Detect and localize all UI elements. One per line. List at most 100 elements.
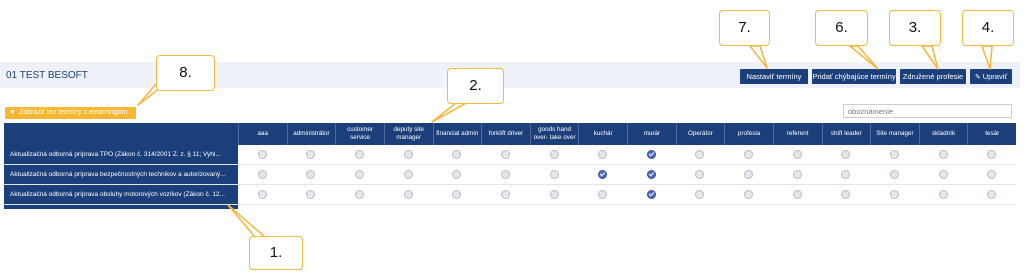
- table-row: Aktualizačná odborná príprava obsluhy mo…: [4, 185, 1016, 205]
- radio-button[interactable]: [598, 190, 608, 199]
- profession-column-header: Operátor: [675, 123, 725, 145]
- profession-column-header: profesia: [724, 123, 773, 145]
- radio-button[interactable]: [695, 170, 705, 179]
- radio-button[interactable]: [452, 190, 462, 199]
- page-title: 01 TEST BESOFT: [6, 70, 88, 81]
- edit-icon: ✎: [974, 74, 981, 81]
- matrix-cell: [822, 185, 871, 204]
- radio-button[interactable]: [695, 150, 705, 159]
- matrix-cell: [578, 185, 627, 204]
- matrix-cell: [530, 145, 579, 164]
- radio-button[interactable]: [987, 150, 997, 159]
- callout-pointer-1: [227, 204, 266, 238]
- radio-button[interactable]: [938, 170, 948, 179]
- radio-button[interactable]: [257, 150, 267, 159]
- edit-label: Upraviť: [982, 72, 1008, 81]
- radio-button[interactable]: [500, 170, 510, 179]
- add-missing-terms-button[interactable]: Pridať chýbajúce termíny: [812, 69, 896, 84]
- radio-button[interactable]: [987, 190, 997, 199]
- training-profession-matrix: aaa administrátor customer service deputy s…: [4, 123, 1016, 209]
- radio-button[interactable]: [452, 150, 462, 159]
- radio-button[interactable]: [792, 170, 802, 179]
- radio-button[interactable]: [841, 150, 851, 159]
- radio-button[interactable]: [598, 150, 608, 159]
- radio-button[interactable]: [695, 190, 705, 199]
- training-name: Aktualizačná odborná príprava bezpečnost…: [4, 165, 238, 184]
- filter-icon: ▼: [9, 109, 16, 116]
- radio-button[interactable]: [355, 190, 365, 199]
- matrix-cell: [822, 145, 871, 164]
- profession-column-header: murár: [627, 123, 676, 145]
- matrix-cell: [627, 145, 676, 164]
- radio-button[interactable]: [306, 190, 316, 199]
- radio-button[interactable]: [257, 190, 267, 199]
- radio-button[interactable]: [355, 170, 365, 179]
- radio-button[interactable]: [549, 190, 559, 199]
- radio-button[interactable]: [889, 190, 899, 199]
- profession-column-header: deputy site manager: [383, 123, 433, 145]
- radio-button[interactable]: [792, 150, 802, 159]
- radio-button[interactable]: [403, 170, 413, 179]
- radio-button[interactable]: [889, 150, 899, 159]
- matrix-cell: [724, 145, 773, 164]
- set-terms-button[interactable]: Nastaviť termíny: [740, 69, 808, 84]
- callout-8: 8.: [156, 55, 215, 91]
- radio-button[interactable]: [744, 170, 754, 179]
- radio-button[interactable]: [889, 170, 899, 179]
- callout-1-label: 1.: [269, 244, 283, 261]
- profession-column-header: referent: [772, 123, 822, 145]
- callout-6-label: 6.: [835, 19, 848, 36]
- radio-button[interactable]: [841, 170, 851, 179]
- radio-button[interactable]: [355, 150, 365, 159]
- radio-button[interactable]: [792, 190, 802, 199]
- matrix-cell: [773, 185, 822, 204]
- radio-button[interactable]: [938, 190, 948, 199]
- matrix-cell: [676, 185, 725, 204]
- matrix-cell: [530, 185, 579, 204]
- radio-button[interactable]: [987, 170, 997, 179]
- matrix-cell: [578, 145, 627, 164]
- matrix-cell: [773, 165, 822, 184]
- checked-radio[interactable]: [646, 150, 656, 159]
- callout-8-label: 8.: [179, 64, 192, 81]
- radio-button[interactable]: [744, 150, 754, 159]
- matrix-cell: [967, 185, 1016, 204]
- radio-button[interactable]: [500, 190, 510, 199]
- matrix-cell: [481, 165, 530, 184]
- radio-button[interactable]: [306, 170, 316, 179]
- checked-radio[interactable]: [598, 170, 608, 179]
- matrix-header-corner: [4, 123, 238, 145]
- radio-button[interactable]: [257, 170, 267, 179]
- matrix-cell: [627, 185, 676, 204]
- combined-professions-button[interactable]: Združené profesie: [900, 69, 966, 84]
- matrix-cell: [335, 185, 384, 204]
- radio-button[interactable]: [452, 170, 462, 179]
- radio-button[interactable]: [306, 150, 316, 159]
- radio-button[interactable]: [549, 170, 559, 179]
- callout-4: 4.: [962, 10, 1014, 46]
- callout-3-label: 3.: [908, 19, 922, 36]
- matrix-header-row: aaa administrátor customer service deputy s…: [4, 123, 1016, 145]
- elearning-filter-button[interactable]: ▼ Zobraziť len termíny s elearningom: [5, 107, 136, 119]
- edit-button[interactable]: ✎ Upraviť: [970, 69, 1012, 84]
- radio-button[interactable]: [841, 190, 851, 199]
- radio-button[interactable]: [403, 150, 413, 159]
- radio-button[interactable]: [549, 150, 559, 159]
- matrix-cell: [967, 165, 1016, 184]
- search-input[interactable]: [843, 104, 1012, 118]
- profession-column-header: customer service: [335, 123, 384, 145]
- callout-4-label: 4.: [981, 19, 995, 36]
- matrix-cell: [919, 145, 968, 164]
- callout-6: 6.: [815, 10, 868, 46]
- radio-button[interactable]: [938, 150, 948, 159]
- profession-column-header: goods hand over- take over: [529, 123, 579, 145]
- profession-column-header: shift leader: [821, 123, 871, 145]
- matrix-cell: [870, 145, 919, 164]
- radio-button[interactable]: [744, 190, 754, 199]
- profession-column-header: forklift driver: [481, 123, 530, 145]
- checked-radio[interactable]: [646, 190, 656, 199]
- radio-button[interactable]: [500, 150, 510, 159]
- checked-radio[interactable]: [646, 170, 656, 179]
- callout-2-label: 2.: [469, 77, 482, 94]
- radio-button[interactable]: [403, 190, 413, 199]
